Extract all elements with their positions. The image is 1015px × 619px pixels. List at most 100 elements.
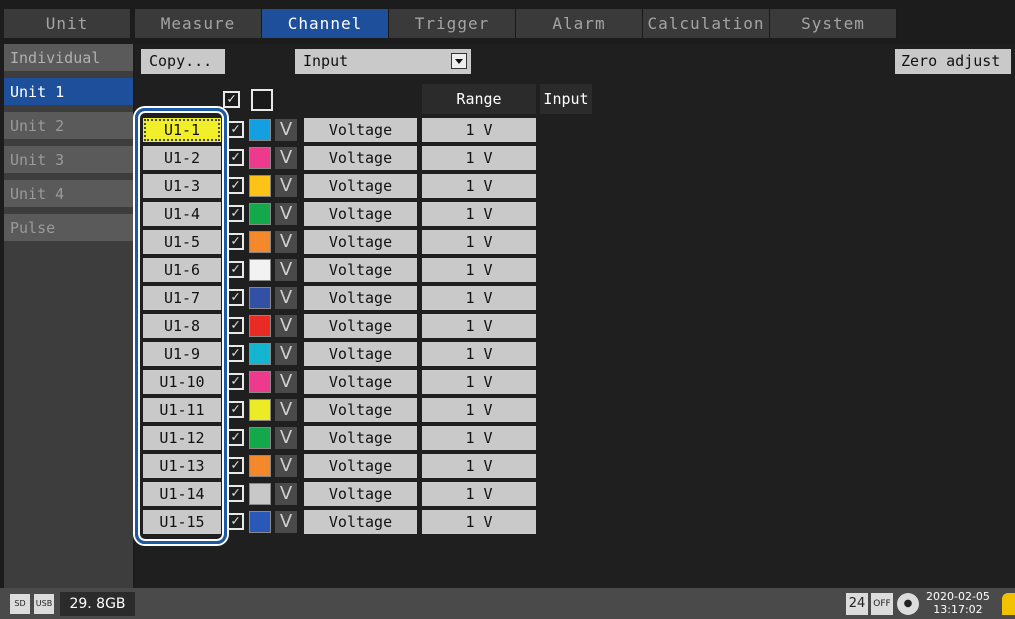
- range-select[interactable]: 1 V: [422, 174, 536, 198]
- channel-enabled-checkbox[interactable]: ✓: [227, 513, 244, 530]
- range-select[interactable]: 1 V: [422, 510, 536, 534]
- channel-color-swatch[interactable]: [249, 343, 271, 365]
- channel-enabled-checkbox[interactable]: ✓: [227, 177, 244, 194]
- status-bar: SD USB 29. 8GB 24 OFF ● 2020-02-05 13:17…: [0, 588, 1015, 619]
- sidebar-item-pulse[interactable]: Pulse: [4, 214, 133, 243]
- memory-free: 29. 8GB: [60, 592, 135, 616]
- sd-card-icon: SD: [10, 594, 30, 614]
- select-all-checkbox[interactable]: ✓: [223, 91, 240, 108]
- channel-enabled-checkbox[interactable]: ✓: [227, 429, 244, 446]
- channel-color-swatch[interactable]: [249, 119, 271, 141]
- range-select[interactable]: 1 V: [422, 426, 536, 450]
- range-select[interactable]: 1 V: [422, 342, 536, 366]
- input-type-select[interactable]: Voltage: [304, 118, 417, 142]
- input-type-select[interactable]: Voltage: [304, 342, 417, 366]
- range-select[interactable]: 1 V: [422, 230, 536, 254]
- input-select[interactable]: Input: [295, 49, 471, 74]
- channel-color-swatch[interactable]: [249, 455, 271, 477]
- table-row: U1-14 ✓ V Voltage 1 V: [135, 480, 1015, 508]
- input-type-select[interactable]: Voltage: [304, 398, 417, 422]
- range-select[interactable]: 1 V: [422, 314, 536, 338]
- channel-enabled-checkbox[interactable]: ✓: [227, 289, 244, 306]
- range-select[interactable]: 1 V: [422, 118, 536, 142]
- input-type-select[interactable]: Voltage: [304, 258, 417, 282]
- range-select[interactable]: 1 V: [422, 146, 536, 170]
- channel-enabled-checkbox[interactable]: ✓: [227, 373, 244, 390]
- channel-enabled-checkbox[interactable]: ✓: [227, 345, 244, 362]
- range-select[interactable]: 1 V: [422, 370, 536, 394]
- input-type-select[interactable]: Voltage: [304, 230, 417, 254]
- range-select[interactable]: 1 V: [422, 258, 536, 282]
- tab-measure[interactable]: Measure: [135, 9, 262, 38]
- clock-icon: ●: [897, 593, 919, 615]
- channel-enabled-checkbox[interactable]: ✓: [227, 149, 244, 166]
- range-select[interactable]: 1 V: [422, 202, 536, 226]
- channel-enabled-checkbox[interactable]: ✓: [227, 317, 244, 334]
- channel-color-swatch[interactable]: [249, 483, 271, 505]
- voltage-icon: V: [275, 175, 297, 197]
- sidebar-item-unit-4[interactable]: Unit 4: [4, 180, 133, 209]
- color-all-swatch[interactable]: [251, 89, 273, 111]
- input-type-select[interactable]: Voltage: [304, 202, 417, 226]
- chevron-down-icon[interactable]: [451, 53, 467, 69]
- channel-enabled-checkbox[interactable]: ✓: [227, 205, 244, 222]
- voltage-icon: V: [275, 147, 297, 169]
- channel-color-swatch[interactable]: [249, 287, 271, 309]
- sidebar-item-individual[interactable]: Individual: [4, 44, 133, 73]
- channel-color-swatch[interactable]: [249, 231, 271, 253]
- range-select[interactable]: 1 V: [422, 398, 536, 422]
- sidebar-item-unit-1[interactable]: Unit 1: [4, 78, 133, 107]
- channel-color-swatch[interactable]: [249, 315, 271, 337]
- table-row: U1-9 ✓ V Voltage 1 V: [135, 340, 1015, 368]
- tab-unit[interactable]: Unit: [4, 9, 131, 38]
- channel-color-swatch[interactable]: [249, 427, 271, 449]
- sidebar: Individual Unit 1 Unit 2 Unit 3 Unit 4 P…: [4, 44, 133, 588]
- tab-system[interactable]: System: [770, 9, 897, 38]
- date-text: 2020-02-05: [926, 590, 990, 603]
- tab-calculation[interactable]: Calculation: [643, 9, 770, 38]
- channel-enabled-checkbox[interactable]: ✓: [227, 457, 244, 474]
- tab-alarm[interactable]: Alarm: [516, 9, 643, 38]
- input-type-select[interactable]: Voltage: [304, 426, 417, 450]
- tab-trigger[interactable]: Trigger: [389, 9, 516, 38]
- column-header-range: Range: [422, 84, 536, 114]
- sidebar-item-unit-3[interactable]: Unit 3: [4, 146, 133, 175]
- table-row: U1-10 ✓ V Voltage 1 V: [135, 368, 1015, 396]
- voltage-icon: V: [275, 483, 297, 505]
- range-select[interactable]: 1 V: [422, 286, 536, 310]
- copy-button[interactable]: Copy...: [141, 49, 225, 74]
- column-header-input: Input: [540, 84, 592, 114]
- input-type-select[interactable]: Voltage: [304, 314, 417, 338]
- channel-color-swatch[interactable]: [249, 147, 271, 169]
- input-type-select[interactable]: Voltage: [304, 370, 417, 394]
- channel-color-swatch[interactable]: [249, 175, 271, 197]
- voltage-icon: V: [275, 427, 297, 449]
- channel-color-swatch[interactable]: [249, 371, 271, 393]
- voltage-icon: V: [275, 231, 297, 253]
- channel-enabled-checkbox[interactable]: ✓: [227, 401, 244, 418]
- hours-indicator: 24: [846, 593, 868, 615]
- table-row: U1-8 ✓ V Voltage 1 V: [135, 312, 1015, 340]
- tab-channel[interactable]: Channel: [262, 9, 389, 38]
- channel-color-swatch[interactable]: [249, 399, 271, 421]
- channel-enabled-checkbox[interactable]: ✓: [227, 261, 244, 278]
- channel-enabled-checkbox[interactable]: ✓: [227, 233, 244, 250]
- usb-icon: USB: [34, 594, 54, 614]
- table-row: U1-13 ✓ V Voltage 1 V: [135, 452, 1015, 480]
- input-type-select[interactable]: Voltage: [304, 510, 417, 534]
- input-type-select[interactable]: Voltage: [304, 454, 417, 478]
- range-select[interactable]: 1 V: [422, 454, 536, 478]
- input-type-select[interactable]: Voltage: [304, 286, 417, 310]
- channel-enabled-checkbox[interactable]: ✓: [227, 121, 244, 138]
- range-select[interactable]: 1 V: [422, 482, 536, 506]
- zero-adjust-button[interactable]: Zero adjust: [895, 49, 1011, 74]
- channel-color-swatch[interactable]: [249, 511, 271, 533]
- channel-color-swatch[interactable]: [249, 203, 271, 225]
- channel-color-swatch[interactable]: [249, 259, 271, 281]
- channel-enabled-checkbox[interactable]: ✓: [227, 485, 244, 502]
- input-type-select[interactable]: Voltage: [304, 482, 417, 506]
- sidebar-item-unit-2[interactable]: Unit 2: [4, 112, 133, 141]
- input-type-select[interactable]: Voltage: [304, 146, 417, 170]
- voltage-icon: V: [275, 287, 297, 309]
- input-type-select[interactable]: Voltage: [304, 174, 417, 198]
